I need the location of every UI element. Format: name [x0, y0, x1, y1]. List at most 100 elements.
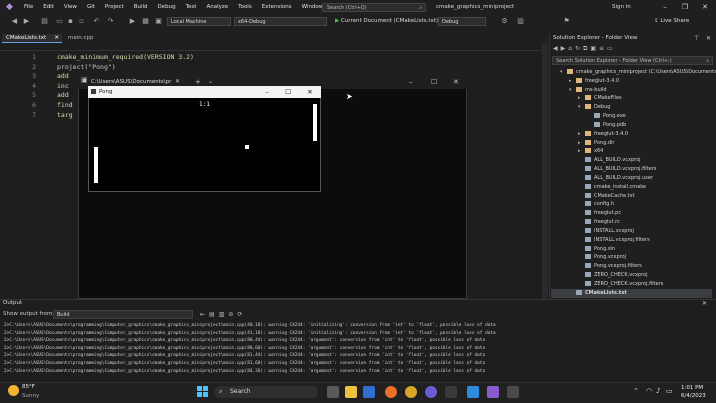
wifi-icon[interactable]: ◠	[646, 385, 652, 397]
tab-main-cpp[interactable]: main.cpp	[64, 34, 104, 43]
tree-file[interactable]: Pong.pdb	[587, 121, 626, 130]
undo-icon[interactable]: ↶	[92, 15, 101, 28]
attach-icon[interactable]: ⚙	[500, 15, 509, 28]
open-icon[interactable]: ▭	[55, 15, 64, 28]
firefox-icon[interactable]	[385, 386, 397, 398]
output-line[interactable]: 2>C:\Users\ASUS\Documents\programming\Co…	[4, 345, 485, 353]
tree-folder[interactable]: ▾ Debug	[578, 103, 610, 112]
task-view-icon[interactable]	[327, 386, 339, 398]
tree-file[interactable]: freeglut.rc	[578, 218, 620, 227]
chevron-right-icon[interactable]: ▸	[578, 94, 585, 103]
tree-file[interactable]: Pong.exe	[587, 112, 626, 121]
store-icon[interactable]	[363, 386, 375, 398]
close-tab-icon[interactable]: ✕	[54, 34, 59, 43]
tab-cmakelists[interactable]: CMakeLists.txt ✕	[2, 34, 62, 43]
menu-item-view[interactable]: View	[59, 0, 82, 15]
output-line[interactable]: 2>C:\Users\ASUS\Documents\programming\Co…	[4, 352, 485, 360]
clock-date[interactable]: 6/4/2023	[681, 392, 706, 400]
tree-file[interactable]: ZERO_CHECK.vcxproj.filters	[578, 280, 663, 289]
menu-item-test[interactable]: Test	[181, 0, 202, 15]
pong-minimize-button[interactable]: –	[261, 86, 273, 98]
output-line[interactable]: 2>C:\Users\ASUS\Documents\programming\Co…	[4, 337, 485, 345]
sun-icon[interactable]	[8, 385, 19, 396]
toolbar-options-icon[interactable]: ▥	[516, 15, 525, 28]
output-line[interactable]: 2>C:\Users\ASUS\Documents\programming\Co…	[4, 360, 485, 368]
tree-folder[interactable]: ▸ CMakeFiles	[578, 94, 622, 103]
chevron-right-icon[interactable]: ▸	[578, 147, 585, 156]
tree-file[interactable]: INSTALL.vcxproj.filters	[578, 236, 650, 245]
console-close-button[interactable]: ✕	[453, 75, 459, 89]
weather-temperature[interactable]: 85°F	[22, 383, 35, 391]
chevron-right-icon[interactable]: ▸	[578, 130, 585, 139]
code-line[interactable]: add	[57, 91, 69, 99]
vscode-icon[interactable]	[467, 386, 479, 398]
build-icon[interactable]: ▦	[141, 15, 150, 28]
terminal-icon[interactable]	[445, 386, 457, 398]
pong-maximize-button[interactable]: ☐	[282, 86, 294, 98]
tree-file[interactable]: Pong.vcxproj	[578, 253, 626, 262]
maximize-button[interactable]: ❐	[678, 0, 692, 15]
discord-icon[interactable]	[425, 386, 437, 398]
windows-start-icon[interactable]	[197, 386, 209, 398]
volume-icon[interactable]: ♪	[656, 385, 660, 397]
menu-item-tools[interactable]: Tools	[233, 0, 257, 15]
menu-item-build[interactable]: Build	[129, 0, 153, 15]
redo-icon[interactable]: ↷	[106, 15, 115, 28]
tree-file[interactable]: CMakeLists.txt	[569, 289, 627, 298]
close-button[interactable]: ✕	[698, 0, 712, 15]
code-line[interactable]: project("Pong")	[57, 63, 116, 71]
console-minimize-button[interactable]: –	[409, 75, 413, 89]
tree-folder[interactable]: ▸ freeglut-3.4.0	[569, 77, 619, 86]
target-dropdown[interactable]: Local Machine	[167, 17, 231, 26]
config-dropdown[interactable]: x64-Debug	[234, 17, 327, 26]
visual-studio-icon[interactable]	[487, 386, 499, 398]
tree-file[interactable]: config.h	[578, 200, 614, 209]
console-maximize-button[interactable]: ☐	[431, 75, 437, 89]
se-close-icon[interactable]: ✕	[706, 34, 711, 43]
start-debug-button[interactable]: ▶ Current Document (CMakeLists.txt)	[335, 15, 438, 28]
forward-icon[interactable]: ▶	[22, 15, 31, 28]
tree-file[interactable]: ALL_BUILD.vcxproj.filters	[578, 165, 656, 174]
menu-item-git[interactable]: Git	[82, 0, 100, 15]
new-file-icon[interactable]: ▤	[40, 15, 49, 28]
tree-file[interactable]: ALL_BUILD.vcxproj	[578, 156, 641, 165]
tree-file[interactable]: CMakeCache.txt	[578, 192, 635, 201]
weather-description[interactable]: Sunny	[22, 392, 39, 400]
tree-folder[interactable]: ▸ freeglut-3.4.0	[578, 130, 628, 139]
tree-folder[interactable]: ▾ cmake_graphics_miniproject (C:\Users\AS…	[560, 68, 716, 77]
minimize-button[interactable]: –	[658, 0, 672, 15]
tree-file[interactable]: cmake_install.cmake	[578, 183, 646, 192]
pin-icon[interactable]: ⊤	[694, 34, 699, 43]
output-source-dropdown[interactable]: Build	[53, 310, 193, 319]
pong-close-button[interactable]: ✕	[304, 86, 316, 98]
editor-scrollbar[interactable]	[542, 43, 548, 299]
chrome-icon[interactable]	[405, 386, 417, 398]
debug-window-icon[interactable]: ▣	[154, 15, 163, 28]
code-line[interactable]: cmake_minimum_required(VERSION 3.2)	[57, 53, 194, 61]
taskbar-search[interactable]: ⌕ Search	[214, 386, 318, 398]
chevron-down-icon[interactable]: ▾	[569, 86, 576, 95]
tree-file[interactable]: Pong.vcxproj.filters	[578, 262, 642, 271]
tree-file[interactable]: ALL_BUILD.vcxproj.user	[578, 174, 653, 183]
tree-file[interactable]: Pong.sln	[578, 245, 615, 254]
back-icon[interactable]: ◀	[10, 15, 19, 28]
save-icon[interactable]: ▪	[66, 15, 75, 28]
menu-item-edit[interactable]: Edit	[38, 0, 59, 15]
search-input[interactable]: Search (Ctrl+Q) ⌕	[322, 3, 426, 12]
tree-folder[interactable]: ▸ Pong.dir	[578, 139, 614, 148]
output-line[interactable]: 2>C:\Users\ASUS\Documents\programming\Co…	[4, 330, 496, 338]
code-line[interactable]: inc	[57, 82, 69, 90]
menu-item-project[interactable]: Project	[100, 0, 129, 15]
live-share-button[interactable]: ⇪ Live Share	[654, 15, 689, 28]
clock-time[interactable]: 1:01 PM	[681, 384, 703, 392]
menu-item-analyze[interactable]: Analyze	[201, 0, 233, 15]
output-line[interactable]: 2>C:\Users\ASUS\Documents\programming\Co…	[4, 322, 496, 330]
output-close-icon[interactable]: ✕	[702, 299, 707, 308]
sign-in-link[interactable]: Sign in	[612, 0, 631, 15]
file-explorer-icon[interactable]	[345, 386, 357, 398]
console-app-icon[interactable]	[507, 386, 519, 398]
run-icon[interactable]: ▶	[128, 15, 137, 28]
bookmark-icon[interactable]: ⚑	[562, 15, 571, 28]
debug-mode-dropdown[interactable]: Debug	[438, 17, 486, 26]
tree-file[interactable]: freeglut.pc	[578, 209, 621, 218]
